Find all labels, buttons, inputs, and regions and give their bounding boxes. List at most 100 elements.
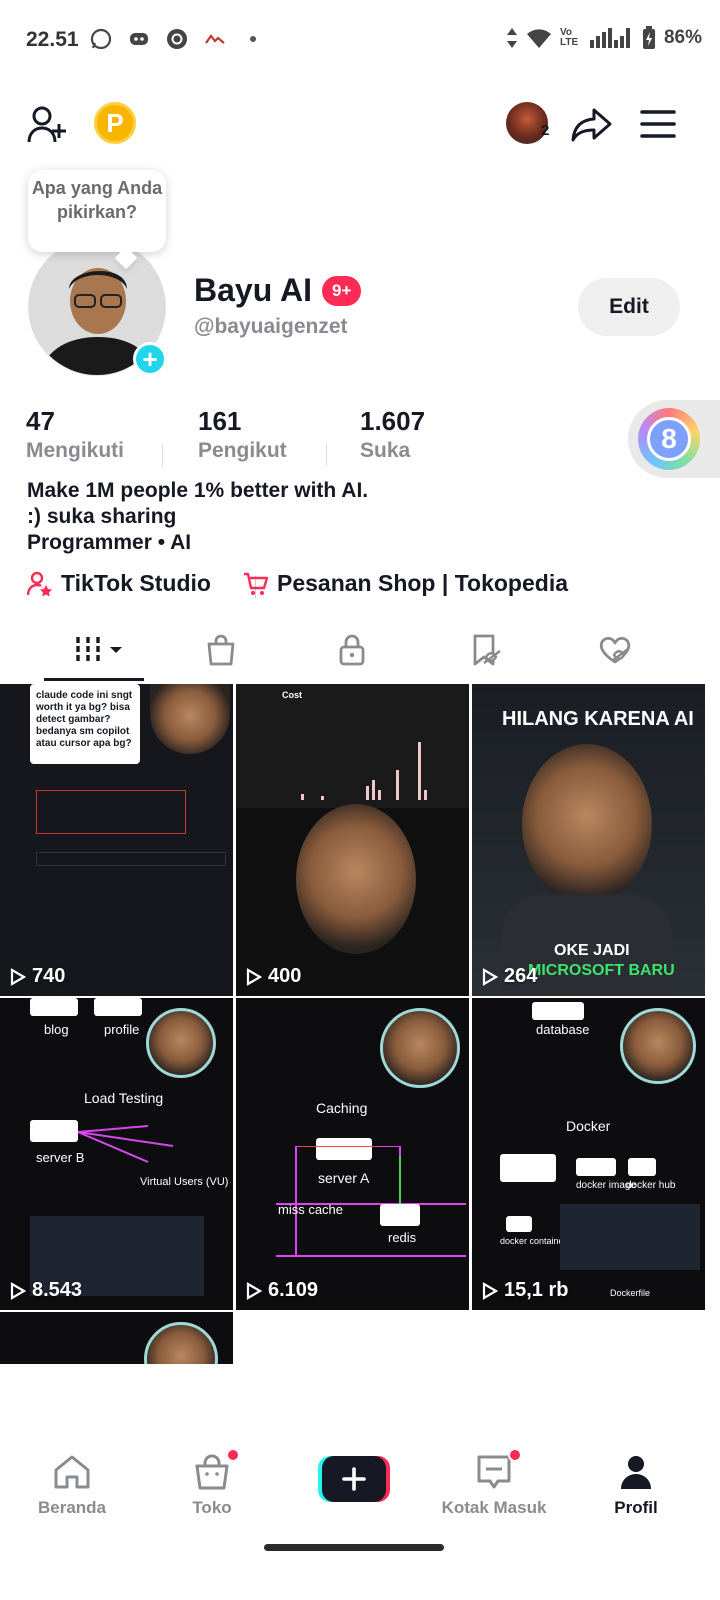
share-icon	[571, 108, 612, 142]
nav-shop-label: Toko	[192, 1498, 232, 1517]
add-story-button[interactable]: +	[133, 342, 167, 376]
diagram-node	[506, 1216, 532, 1232]
lock-icon	[339, 634, 365, 666]
likes-label: Suka	[360, 439, 411, 462]
discord-icon	[126, 26, 152, 52]
status-thought-bubble[interactable]: Apa yang Anda pikirkan?	[28, 170, 166, 252]
diagram-node	[532, 1002, 584, 1020]
followers-label: Pengikut	[198, 439, 287, 462]
edit-profile-button[interactable]: Edit	[578, 278, 680, 336]
share-profile-button[interactable]	[570, 102, 614, 146]
shop-bag-icon	[192, 1448, 240, 1492]
heart-hidden-icon	[599, 636, 631, 664]
tab-favorites[interactable]	[462, 626, 510, 674]
video-thumbnail[interactable]: blog profile Load Testing server B Virtu…	[0, 998, 233, 1310]
video-thumbnail[interactable]: database Docker docker image docker hub …	[472, 998, 705, 1310]
plus-icon	[318, 1456, 390, 1502]
menu-button[interactable]	[638, 104, 678, 144]
whatsapp-icon	[88, 26, 114, 52]
notification-dot	[226, 1448, 240, 1462]
floating-bubble-widget[interactable]: 8	[628, 400, 720, 478]
battery-icon	[642, 26, 655, 49]
diagram-title: Load Testing	[84, 1090, 164, 1106]
comment-line: detect gambar?	[36, 714, 111, 725]
nav-shop[interactable]: Toko	[152, 1448, 272, 1518]
profile-display-name: Bayu AI	[194, 272, 312, 308]
grid-icon	[76, 637, 122, 663]
create-button[interactable]	[318, 1456, 390, 1502]
status-bar: 22.51 Vo LTE 86%	[0, 0, 720, 80]
creator-face	[146, 1008, 216, 1078]
play-icon	[482, 967, 498, 986]
profile-icon	[616, 1452, 656, 1492]
diagram-label: miss cache	[278, 1202, 344, 1217]
stat-divider	[162, 444, 163, 466]
terminal-input	[36, 852, 226, 866]
video-thumbnail[interactable]: claude code ini sngt worth it ya bg? bis…	[0, 684, 233, 996]
tab-liked[interactable]	[592, 626, 640, 674]
diagram-node	[94, 998, 142, 1016]
diagram-node	[30, 998, 78, 1016]
followers-count: 161	[198, 406, 242, 436]
stat-divider	[326, 444, 327, 466]
play-icon	[246, 1281, 262, 1300]
view-count: 6.109	[246, 1279, 318, 1302]
notification-dot	[508, 1448, 522, 1462]
tab-videos[interactable]	[70, 626, 130, 674]
bottom-navigation: Beranda Toko Kotak Masuk Profil	[0, 1440, 720, 1540]
home-indicator[interactable]	[264, 1544, 444, 1551]
profile-stats: 47 Mengikuti 161 Pengikut 1.607 Suka	[26, 406, 486, 466]
dashboard-screenshot: Cost	[236, 684, 469, 808]
active-tab-indicator	[44, 678, 144, 681]
creator-face	[620, 1008, 696, 1084]
following-count: 47	[26, 406, 55, 436]
stat-likes[interactable]: 1.607 Suka	[360, 406, 425, 463]
video-thumbnail[interactable]: Caching server A miss cache redis 6.109	[236, 998, 469, 1310]
creator-face	[522, 744, 652, 904]
play-icon	[10, 1281, 26, 1300]
shop-orders-label: Pesanan Shop | Tokopedia	[277, 570, 569, 596]
nav-profile-label: Profil	[614, 1498, 658, 1517]
coin-icon[interactable]: P	[94, 102, 136, 144]
comment-line: claude code ini sngt	[36, 690, 133, 701]
video-overlay-text: OKE JADI	[554, 942, 630, 959]
diagram-node	[576, 1158, 616, 1176]
data-arrows-icon	[506, 28, 517, 48]
comment-reply-card: claude code ini sngt worth it ya bg? bis…	[30, 684, 140, 764]
tiktok-studio-link[interactable]: TikTok Studio	[27, 570, 211, 597]
view-count: 400	[246, 965, 301, 988]
diagram-node	[628, 1158, 656, 1176]
bookmark-hidden-icon	[473, 634, 501, 666]
nav-inbox[interactable]: Kotak Masuk	[434, 1448, 554, 1518]
diagram-label: Virtual Users (VU)	[140, 1176, 229, 1188]
shop-orders-link[interactable]: Pesanan Shop | Tokopedia	[243, 570, 568, 597]
video-thumbnail[interactable]: HILANG KARENA AI OKE JADI MICROSOFT BARU…	[472, 684, 705, 996]
comment-line: worth it ya bg? bisa	[36, 702, 130, 713]
diagram-node	[30, 1120, 78, 1142]
dashboard-title: Cost	[282, 690, 302, 700]
diagram-label: Dockerfile	[610, 1288, 651, 1298]
add-friend-button[interactable]	[26, 104, 68, 146]
shopping-bag-icon	[207, 634, 235, 666]
view-count-text: 6.109	[268, 1279, 319, 1301]
video-thumbnail[interactable]	[0, 1312, 233, 1364]
play-icon	[246, 967, 262, 986]
tiktok-studio-label: TikTok Studio	[61, 570, 211, 596]
play-icon	[10, 967, 26, 986]
play-icon	[482, 1281, 498, 1300]
diagram-title: Docker	[566, 1118, 611, 1134]
hamburger-icon	[640, 110, 676, 138]
nav-inbox-label: Kotak Masuk	[441, 1498, 547, 1517]
notification-badge[interactable]: 9+	[322, 276, 362, 306]
tab-shop[interactable]	[197, 626, 245, 674]
view-count: 8.543	[10, 1279, 82, 1302]
creator-face	[144, 1322, 218, 1364]
nav-profile[interactable]: Profil	[576, 1452, 696, 1518]
view-count: 15,1 rb	[482, 1279, 568, 1302]
nav-home[interactable]: Beranda	[12, 1452, 132, 1518]
tab-private[interactable]	[328, 626, 376, 674]
diagram-label: redis	[388, 1230, 417, 1245]
stat-following[interactable]: 47 Mengikuti	[26, 406, 124, 463]
stat-followers[interactable]: 161 Pengikut	[198, 406, 287, 463]
video-thumbnail[interactable]: Cost 400	[236, 684, 469, 996]
